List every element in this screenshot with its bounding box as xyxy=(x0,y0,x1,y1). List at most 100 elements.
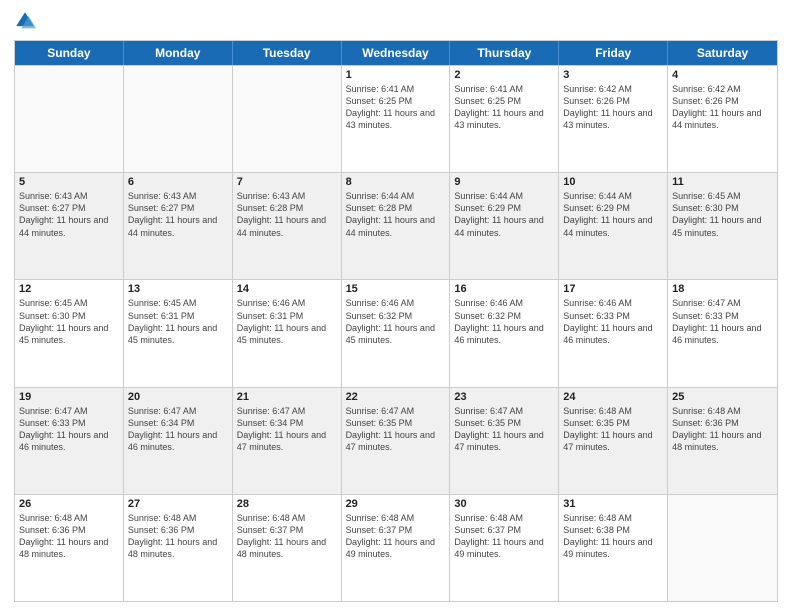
day-cell-1: 1Sunrise: 6:41 AM Sunset: 6:25 PM Daylig… xyxy=(342,66,451,172)
day-info: Sunrise: 6:41 AM Sunset: 6:25 PM Dayligh… xyxy=(454,83,554,132)
day-info: Sunrise: 6:42 AM Sunset: 6:26 PM Dayligh… xyxy=(563,83,663,132)
day-cell-6: 6Sunrise: 6:43 AM Sunset: 6:27 PM Daylig… xyxy=(124,173,233,279)
day-info: Sunrise: 6:46 AM Sunset: 6:31 PM Dayligh… xyxy=(237,297,337,346)
day-number: 20 xyxy=(128,391,228,403)
day-cell-25: 25 Sunrise: 6:48 AM Sunset: 6:36 PM Dayli… xyxy=(668,388,777,494)
day-info: Sunrise: 6:48 AM Sunset: 6:36 PM Dayligh… xyxy=(672,405,773,454)
day-number: 31 xyxy=(563,498,663,510)
logo xyxy=(14,10,40,32)
empty-cell xyxy=(15,66,124,172)
day-number: 3 xyxy=(563,69,663,81)
calendar-week-1: 1Sunrise: 6:41 AM Sunset: 6:25 PM Daylig… xyxy=(15,65,777,172)
day-cell-16: 16 Sunrise: 6:46 AM Sunset: 6:32 PM Dayli… xyxy=(450,280,559,386)
day-cell-5: 5 Sunrise: 6:43 AM Sunset: 6:27 PM Daylig… xyxy=(15,173,124,279)
day-number: 9 xyxy=(454,176,554,188)
day-cell-18: 18Sunrise: 6:47 AM Sunset: 6:33 PM Dayli… xyxy=(668,280,777,386)
day-info: Sunrise: 6:42 AM Sunset: 6:26 PM Dayligh… xyxy=(672,83,773,132)
day-cell-15: 15 Sunrise: 6:46 AM Sunset: 6:32 PM Dayli… xyxy=(342,280,451,386)
day-info: Sunrise: 6:48 AM Sunset: 6:37 PM Dayligh… xyxy=(454,512,554,561)
day-info: Sunrise: 6:44 AM Sunset: 6:29 PM Dayligh… xyxy=(454,190,554,239)
day-cell-11: 11Sunrise: 6:45 AM Sunset: 6:30 PM Dayli… xyxy=(668,173,777,279)
day-cell-14: 14 Sunrise: 6:46 AM Sunset: 6:31 PM Dayli… xyxy=(233,280,342,386)
header xyxy=(14,10,778,32)
day-number: 7 xyxy=(237,176,337,188)
day-header-thursday: Thursday xyxy=(450,41,559,65)
day-info: Sunrise: 6:45 AM Sunset: 6:30 PM Dayligh… xyxy=(672,190,773,239)
day-cell-21: 21 Sunrise: 6:47 AM Sunset: 6:34 PM Dayli… xyxy=(233,388,342,494)
day-cell-2: 2Sunrise: 6:41 AM Sunset: 6:25 PM Daylig… xyxy=(450,66,559,172)
day-info: Sunrise: 6:45 AM Sunset: 6:31 PM Dayligh… xyxy=(128,297,228,346)
day-cell-20: 20 Sunrise: 6:47 AM Sunset: 6:34 PM Dayli… xyxy=(124,388,233,494)
empty-cell xyxy=(124,66,233,172)
day-number: 16 xyxy=(454,283,554,295)
day-info: Sunrise: 6:43 AM Sunset: 6:27 PM Dayligh… xyxy=(19,190,119,239)
day-number: 17 xyxy=(563,283,663,295)
day-number: 25 xyxy=(672,391,773,403)
day-number: 13 xyxy=(128,283,228,295)
day-cell-9: 9 Sunrise: 6:44 AM Sunset: 6:29 PM Daylig… xyxy=(450,173,559,279)
day-header-friday: Friday xyxy=(559,41,668,65)
day-number: 5 xyxy=(19,176,119,188)
day-number: 12 xyxy=(19,283,119,295)
day-number: 14 xyxy=(237,283,337,295)
day-cell-28: 28 Sunrise: 6:48 AM Sunset: 6:37 PM Dayli… xyxy=(233,495,342,601)
day-info: Sunrise: 6:46 AM Sunset: 6:33 PM Dayligh… xyxy=(563,297,663,346)
day-info: Sunrise: 6:47 AM Sunset: 6:34 PM Dayligh… xyxy=(237,405,337,454)
calendar-header-row: SundayMondayTuesdayWednesdayThursdayFrid… xyxy=(15,41,777,65)
day-info: Sunrise: 6:45 AM Sunset: 6:30 PM Dayligh… xyxy=(19,297,119,346)
day-number: 26 xyxy=(19,498,119,510)
day-info: Sunrise: 6:47 AM Sunset: 6:35 PM Dayligh… xyxy=(454,405,554,454)
day-header-saturday: Saturday xyxy=(668,41,777,65)
day-info: Sunrise: 6:47 AM Sunset: 6:33 PM Dayligh… xyxy=(19,405,119,454)
empty-cell xyxy=(668,495,777,601)
day-cell-27: 27 Sunrise: 6:48 AM Sunset: 6:36 PM Dayli… xyxy=(124,495,233,601)
day-cell-17: 17 Sunrise: 6:46 AM Sunset: 6:33 PM Dayli… xyxy=(559,280,668,386)
day-number: 18 xyxy=(672,283,773,295)
calendar-week-2: 5 Sunrise: 6:43 AM Sunset: 6:27 PM Daylig… xyxy=(15,172,777,279)
calendar-week-3: 12 Sunrise: 6:45 AM Sunset: 6:30 PM Dayli… xyxy=(15,279,777,386)
day-info: Sunrise: 6:48 AM Sunset: 6:37 PM Dayligh… xyxy=(346,512,446,561)
calendar-body: 1Sunrise: 6:41 AM Sunset: 6:25 PM Daylig… xyxy=(15,65,777,601)
empty-cell xyxy=(233,66,342,172)
day-number: 10 xyxy=(563,176,663,188)
page: SundayMondayTuesdayWednesdayThursdayFrid… xyxy=(0,0,792,612)
day-cell-12: 12 Sunrise: 6:45 AM Sunset: 6:30 PM Dayli… xyxy=(15,280,124,386)
day-number: 22 xyxy=(346,391,446,403)
day-number: 15 xyxy=(346,283,446,295)
day-header-tuesday: Tuesday xyxy=(233,41,342,65)
day-cell-13: 13 Sunrise: 6:45 AM Sunset: 6:31 PM Dayli… xyxy=(124,280,233,386)
day-cell-22: 22 Sunrise: 6:47 AM Sunset: 6:35 PM Dayli… xyxy=(342,388,451,494)
day-header-sunday: Sunday xyxy=(15,41,124,65)
day-cell-29: 29 Sunrise: 6:48 AM Sunset: 6:37 PM Dayli… xyxy=(342,495,451,601)
day-info: Sunrise: 6:48 AM Sunset: 6:35 PM Dayligh… xyxy=(563,405,663,454)
day-cell-3: 3 Sunrise: 6:42 AM Sunset: 6:26 PM Daylig… xyxy=(559,66,668,172)
day-info: Sunrise: 6:47 AM Sunset: 6:34 PM Dayligh… xyxy=(128,405,228,454)
calendar: SundayMondayTuesdayWednesdayThursdayFrid… xyxy=(14,40,778,602)
day-number: 24 xyxy=(563,391,663,403)
day-cell-8: 8Sunrise: 6:44 AM Sunset: 6:28 PM Daylig… xyxy=(342,173,451,279)
day-cell-23: 23 Sunrise: 6:47 AM Sunset: 6:35 PM Dayli… xyxy=(450,388,559,494)
day-number: 23 xyxy=(454,391,554,403)
day-cell-19: 19 Sunrise: 6:47 AM Sunset: 6:33 PM Dayli… xyxy=(15,388,124,494)
day-cell-7: 7 Sunrise: 6:43 AM Sunset: 6:28 PM Daylig… xyxy=(233,173,342,279)
day-number: 21 xyxy=(237,391,337,403)
calendar-week-5: 26 Sunrise: 6:48 AM Sunset: 6:36 PM Dayli… xyxy=(15,494,777,601)
day-cell-31: 31Sunrise: 6:48 AM Sunset: 6:38 PM Dayli… xyxy=(559,495,668,601)
day-header-wednesday: Wednesday xyxy=(342,41,451,65)
day-info: Sunrise: 6:43 AM Sunset: 6:27 PM Dayligh… xyxy=(128,190,228,239)
day-info: Sunrise: 6:43 AM Sunset: 6:28 PM Dayligh… xyxy=(237,190,337,239)
day-cell-30: 30Sunrise: 6:48 AM Sunset: 6:37 PM Dayli… xyxy=(450,495,559,601)
day-number: 28 xyxy=(237,498,337,510)
day-info: Sunrise: 6:46 AM Sunset: 6:32 PM Dayligh… xyxy=(454,297,554,346)
day-info: Sunrise: 6:44 AM Sunset: 6:28 PM Dayligh… xyxy=(346,190,446,239)
day-info: Sunrise: 6:46 AM Sunset: 6:32 PM Dayligh… xyxy=(346,297,446,346)
day-number: 27 xyxy=(128,498,228,510)
day-info: Sunrise: 6:48 AM Sunset: 6:36 PM Dayligh… xyxy=(19,512,119,561)
day-info: Sunrise: 6:48 AM Sunset: 6:37 PM Dayligh… xyxy=(237,512,337,561)
day-info: Sunrise: 6:41 AM Sunset: 6:25 PM Dayligh… xyxy=(346,83,446,132)
day-info: Sunrise: 6:48 AM Sunset: 6:36 PM Dayligh… xyxy=(128,512,228,561)
day-info: Sunrise: 6:47 AM Sunset: 6:35 PM Dayligh… xyxy=(346,405,446,454)
day-number: 29 xyxy=(346,498,446,510)
logo-icon xyxy=(14,10,36,32)
day-number: 19 xyxy=(19,391,119,403)
